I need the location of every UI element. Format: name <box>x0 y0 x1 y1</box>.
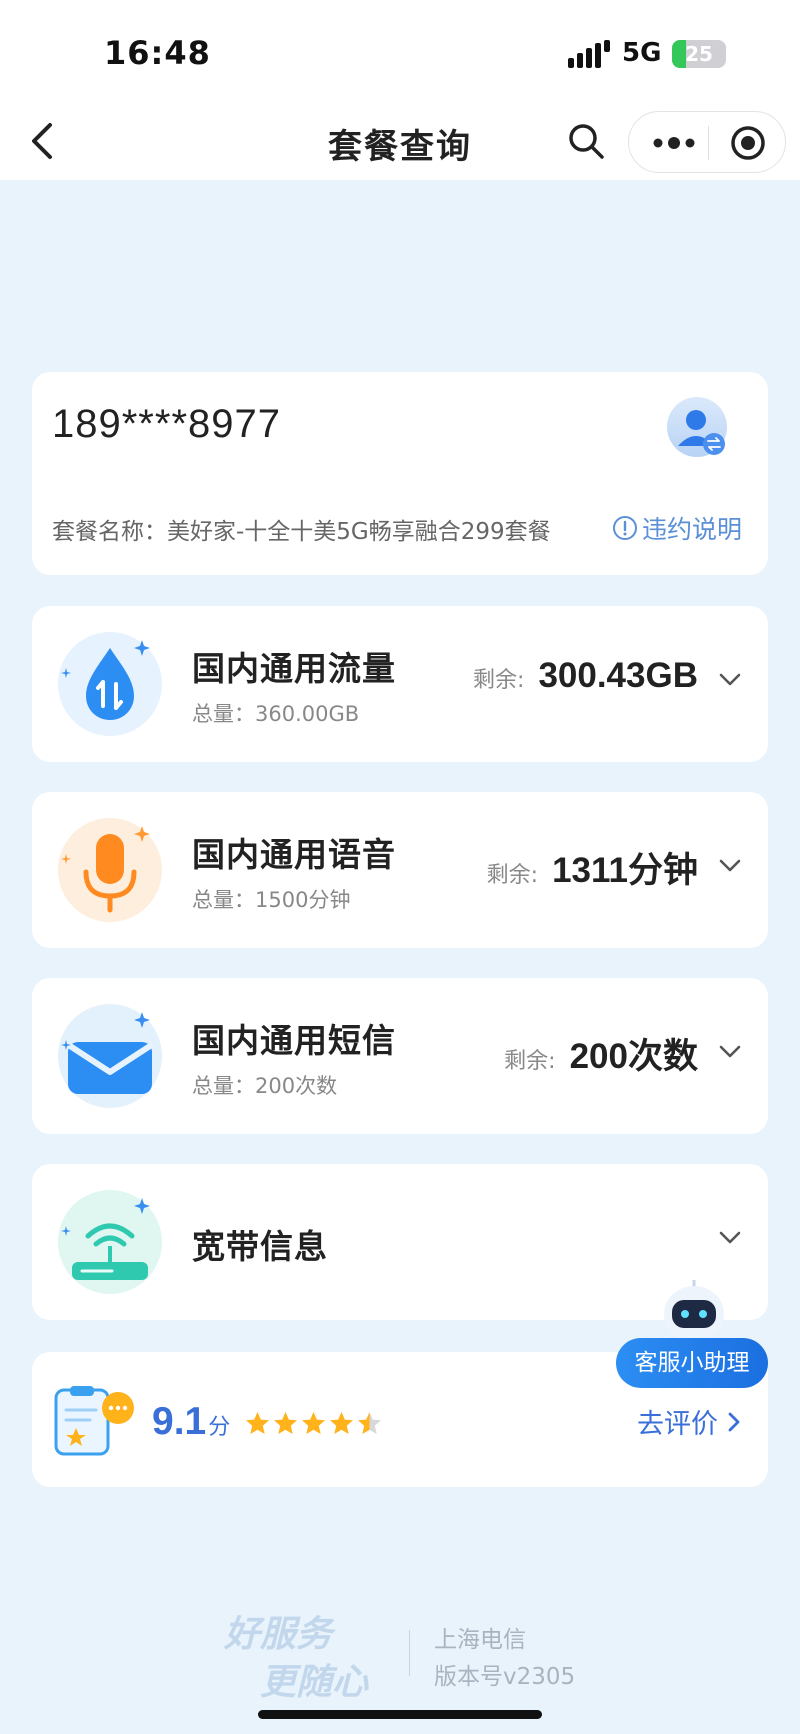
version-label: 版本号v2305 <box>434 1664 576 1690</box>
usage-remaining: 剩余: 1311分钟 <box>487 842 698 893</box>
envelope-icon <box>58 1004 162 1108</box>
usage-card-voice[interactable]: 国内通用语音 总量：1500分钟 剩余: 1311分钟 <box>32 792 768 948</box>
battery-percent: 25 <box>685 42 713 66</box>
slogan-logo: 好服务 更随心 <box>223 1614 369 1703</box>
score-number: 9.1 <box>152 1400 207 1443</box>
usage-total: 总量：360.00GB <box>192 702 360 726</box>
mini-program-capsule <box>628 111 786 173</box>
star-icon <box>302 1412 325 1434</box>
usage-total: 总量：1500分钟 <box>192 888 351 912</box>
nav-bar: 套餐查询 <box>0 105 800 180</box>
more-dots-icon[interactable] <box>649 126 699 160</box>
company-name: 上海电信 <box>434 1627 526 1653</box>
star-icon <box>330 1412 353 1434</box>
chevron-right-icon <box>728 1412 740 1431</box>
slogan-line2: 更随心 <box>260 1662 369 1703</box>
account-card: 189****8977 套餐名称：美好家-十全十美5G畅享融合299套餐 违约说… <box>32 372 768 575</box>
violation-label: 违约说明 <box>642 515 743 544</box>
remain-value: 300.43GB <box>538 656 698 695</box>
footer-divider <box>409 1630 410 1676</box>
battery-icon: 25 <box>672 40 726 68</box>
usage-title: 宽带信息 <box>192 1227 328 1266</box>
usage-card-sms[interactable]: 国内通用短信 总量：200次数 剩余: 200次数 <box>32 978 768 1134</box>
remain-value: 1311分钟 <box>552 851 698 890</box>
usage-title: 国内通用语音 <box>192 835 396 874</box>
rating-score: 9.1 分 <box>152 1400 230 1444</box>
chevron-down-icon[interactable] <box>718 672 742 688</box>
signal-icon <box>568 40 610 68</box>
rate-label: 去评价 <box>637 1409 718 1440</box>
usage-title: 国内通用短信 <box>192 1021 396 1060</box>
chevron-down-icon[interactable] <box>718 858 742 874</box>
rate-button[interactable]: 去评价 <box>637 1402 742 1441</box>
home-indicator <box>258 1710 542 1719</box>
plan-name: 套餐名称：美好家-十全十美5G畅享融合299套餐 <box>52 519 551 545</box>
remain-label: 剩余: <box>473 668 525 693</box>
status-time: 16:48 <box>104 34 211 72</box>
assistant-button[interactable]: 客服小助理 <box>616 1278 768 1388</box>
rating-stars <box>244 1410 384 1437</box>
star-icon <box>358 1412 381 1434</box>
switch-account-icon[interactable] <box>666 396 728 458</box>
chevron-down-icon[interactable] <box>718 1044 742 1060</box>
remain-label: 剩余: <box>486 863 539 888</box>
violation-info-link[interactable]: 违约说明 <box>612 510 742 546</box>
slogan-line1: 好服务 <box>223 1614 336 1655</box>
status-bar: 16:48 5G 25 <box>0 0 800 105</box>
capsule-divider <box>708 126 709 160</box>
microphone-icon <box>58 818 162 922</box>
remain-label: 剩余: <box>504 1049 556 1074</box>
chevron-down-icon[interactable] <box>718 1230 742 1246</box>
target-icon[interactable] <box>729 124 767 162</box>
clipboard-rating-icon <box>54 1386 134 1456</box>
usage-remaining: 剩余: 300.43GB <box>473 656 698 696</box>
router-icon <box>58 1190 162 1294</box>
star-icon <box>274 1412 297 1434</box>
assistant-label: 客服小助理 <box>616 1338 768 1388</box>
usage-title: 国内通用流量 <box>192 649 396 688</box>
network-type: 5G <box>622 38 662 68</box>
usage-total: 总量：200次数 <box>192 1074 338 1098</box>
usage-remaining: 剩余: 200次数 <box>504 1028 698 1079</box>
score-unit: 分 <box>208 1415 231 1440</box>
star-icon <box>246 1412 269 1434</box>
usage-card-data[interactable]: 国内通用流量 总量：360.00GB 剩余: 300.43GB <box>32 606 768 762</box>
info-icon <box>613 516 637 540</box>
data-drop-icon <box>58 632 162 736</box>
robot-icon <box>664 1280 724 1342</box>
phone-number: 189****8977 <box>52 402 281 446</box>
search-icon[interactable] <box>566 121 606 161</box>
remain-value: 200次数 <box>569 1037 698 1076</box>
